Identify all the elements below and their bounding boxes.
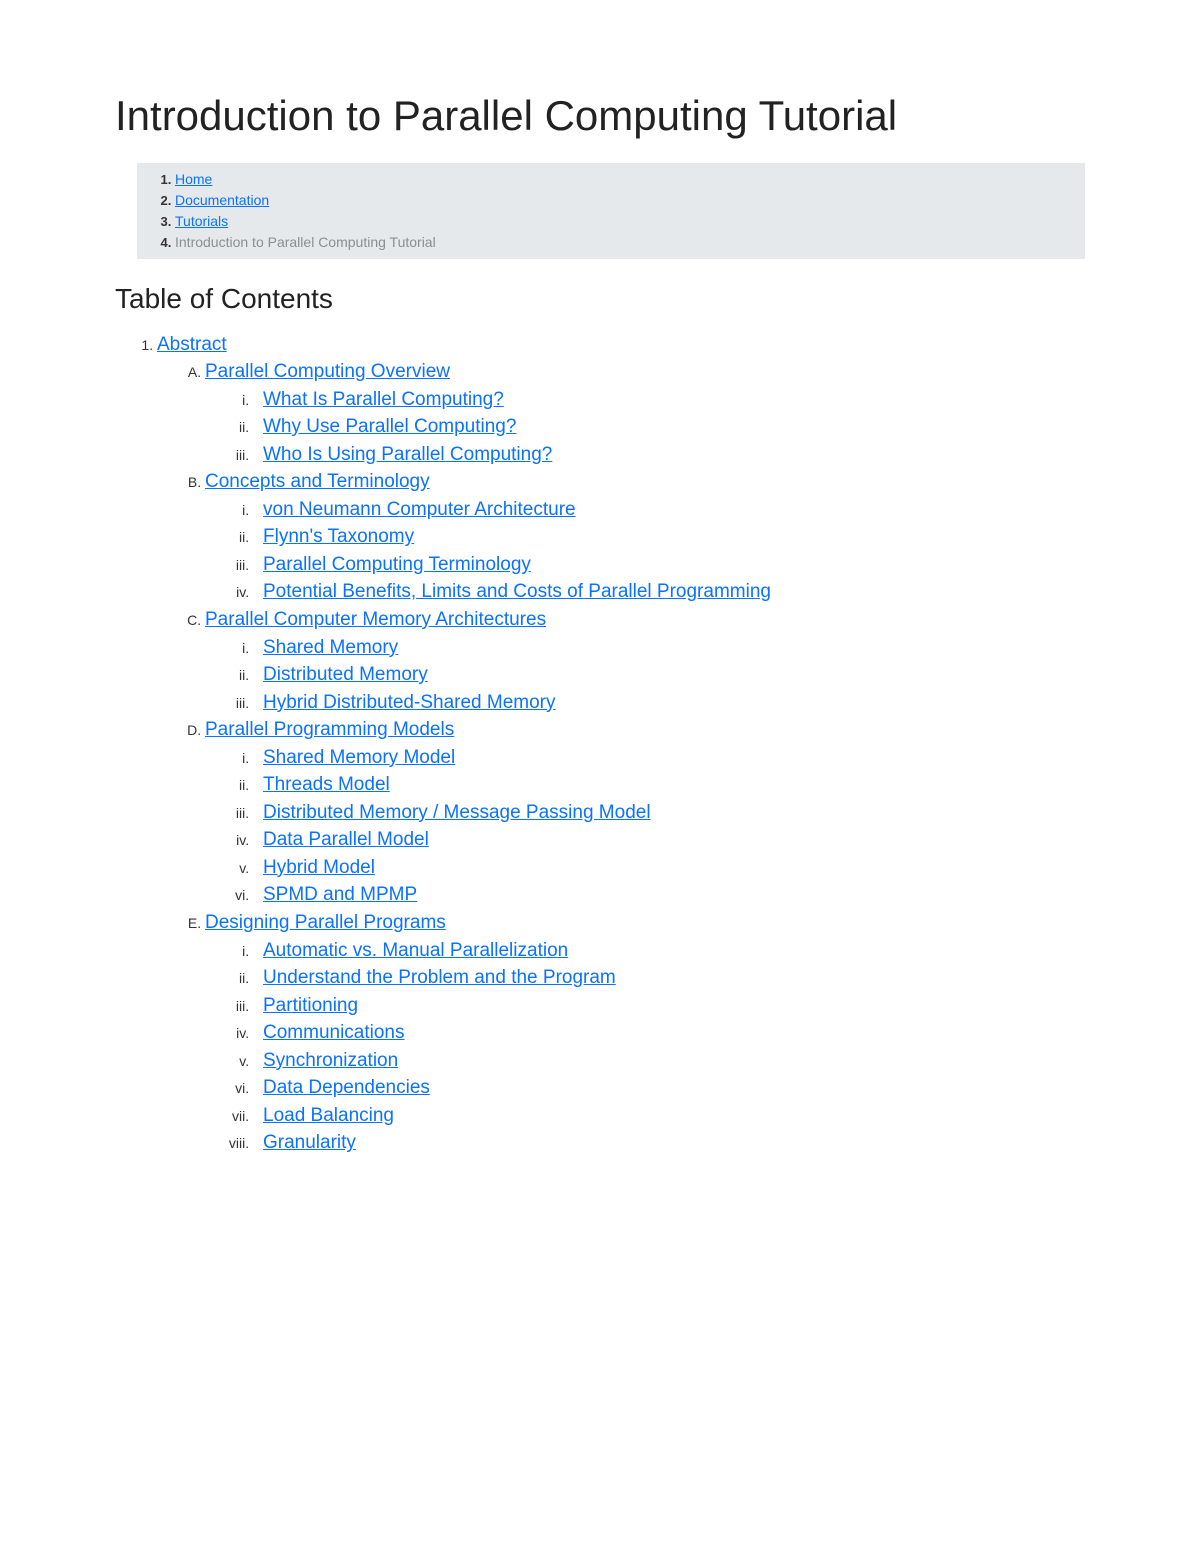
toc-item: Data Parallel Model (253, 826, 1085, 854)
toc-item: SPMD and MPMP (253, 881, 1085, 909)
toc-item-link[interactable]: Partitioning (253, 992, 358, 1020)
toc-subsection-list: Automatic vs. Manual ParallelizationUnde… (205, 937, 1085, 1157)
breadcrumb-link[interactable]: Tutorials (175, 213, 228, 229)
toc-subsection-list: Shared Memory ModelThreads ModelDistribu… (205, 744, 1085, 909)
breadcrumb-link[interactable]: Documentation (175, 192, 269, 208)
toc-item-link[interactable]: Flynn's Taxonomy (253, 523, 414, 551)
toc-subsection-list: What Is Parallel Computing?Why Use Paral… (205, 386, 1085, 469)
toc-item: Distributed Memory / Message Passing Mod… (253, 799, 1085, 827)
toc-item: Data Dependencies (253, 1074, 1085, 1102)
toc-item: Threads Model (253, 771, 1085, 799)
toc-item-link[interactable]: Understand the Problem and the Program (253, 964, 616, 992)
toc-section: Concepts and Terminology von Neumann Comp… (205, 468, 1085, 606)
toc-item: Who Is Using Parallel Computing? (253, 441, 1085, 469)
breadcrumb-item: Documentation (175, 190, 1075, 211)
toc-item: Parallel Computing Terminology (253, 551, 1085, 579)
toc-section: Parallel Programming Models Shared Memory… (205, 716, 1085, 909)
toc-section: Parallel Computer Memory Architectures Sh… (205, 606, 1085, 716)
toc-item: Hybrid Distributed-Shared Memory (253, 689, 1085, 717)
toc-item-link[interactable]: Shared Memory (253, 634, 398, 662)
toc-item-link[interactable]: Automatic vs. Manual Parallelization (253, 937, 568, 965)
toc-item: Synchronization (253, 1047, 1085, 1075)
toc-item-link[interactable]: Potential Benefits, Limits and Costs of … (253, 578, 771, 606)
toc-section: Parallel Computing Overview What Is Paral… (205, 358, 1085, 468)
toc-root-list: Abstract Parallel Computing Overview What… (115, 331, 1085, 1157)
breadcrumb-item: Introduction to Parallel Computing Tutor… (175, 232, 1075, 253)
toc-item-link[interactable]: Hybrid Distributed-Shared Memory (253, 689, 556, 717)
toc-section-link[interactable]: Parallel Computing Overview (205, 361, 450, 382)
toc-item: Load Balancing (253, 1102, 1085, 1130)
toc-section: Designing Parallel Programs Automatic vs.… (205, 909, 1085, 1157)
toc-item-link[interactable]: Load Balancing (253, 1102, 394, 1130)
toc-item-link[interactable]: Communications (253, 1019, 405, 1047)
toc-item: Potential Benefits, Limits and Costs of … (253, 578, 1085, 606)
toc-item: Hybrid Model (253, 854, 1085, 882)
toc-item: What Is Parallel Computing? (253, 386, 1085, 414)
toc-section-link[interactable]: Concepts and Terminology (205, 471, 430, 492)
toc-item-link[interactable]: Who Is Using Parallel Computing? (253, 441, 552, 469)
toc-item: Flynn's Taxonomy (253, 523, 1085, 551)
breadcrumb-link[interactable]: Home (175, 171, 212, 187)
toc-item: Understand the Problem and the Program (253, 964, 1085, 992)
toc-item: Distributed Memory (253, 661, 1085, 689)
breadcrumb-current: Introduction to Parallel Computing Tutor… (175, 234, 436, 250)
toc-item: Communications (253, 1019, 1085, 1047)
toc-section-link[interactable]: Designing Parallel Programs (205, 912, 446, 933)
toc-item-link[interactable]: Granularity (253, 1129, 356, 1157)
breadcrumb: Home Documentation Tutorials Introduction t… (137, 163, 1085, 259)
toc-item: Automatic vs. Manual Parallelization (253, 937, 1085, 965)
toc-item-link[interactable]: Data Parallel Model (253, 826, 429, 854)
toc-item-link[interactable]: Hybrid Model (253, 854, 375, 882)
toc-item: Shared Memory Model (253, 744, 1085, 772)
toc-item-link[interactable]: Shared Memory Model (253, 744, 455, 772)
toc-item-link[interactable]: Distributed Memory / Message Passing Mod… (253, 799, 651, 827)
toc-item-link[interactable]: Synchronization (253, 1047, 398, 1075)
toc-subsection-list: von Neumann Computer ArchitectureFlynn's… (205, 496, 1085, 606)
toc-item: von Neumann Computer Architecture (253, 496, 1085, 524)
toc-item: Shared Memory (253, 634, 1085, 662)
toc-heading: Table of Contents (115, 283, 1085, 315)
toc-root-item: Abstract Parallel Computing Overview What… (157, 331, 1085, 1157)
toc-section-link[interactable]: Parallel Programming Models (205, 719, 454, 740)
toc-item-link[interactable]: Threads Model (253, 771, 390, 799)
toc-item: Partitioning (253, 992, 1085, 1020)
breadcrumb-item: Tutorials (175, 211, 1075, 232)
toc-item-link[interactable]: Data Dependencies (253, 1074, 430, 1102)
page-title: Introduction to Parallel Computing Tutor… (115, 90, 1085, 143)
toc-item-link[interactable]: von Neumann Computer Architecture (253, 496, 576, 524)
toc-item-link[interactable]: SPMD and MPMP (253, 881, 417, 909)
toc-item: Granularity (253, 1129, 1085, 1157)
toc-section-link[interactable]: Parallel Computer Memory Architectures (205, 609, 546, 630)
toc-subsection-list: Shared MemoryDistributed MemoryHybrid Di… (205, 634, 1085, 717)
toc-link-abstract[interactable]: Abstract (157, 334, 227, 355)
breadcrumb-item: Home (175, 169, 1075, 190)
toc-item-link[interactable]: Distributed Memory (253, 661, 428, 689)
toc-item-link[interactable]: Parallel Computing Terminology (253, 551, 531, 579)
toc-item-link[interactable]: Why Use Parallel Computing? (253, 413, 516, 441)
toc-item: Why Use Parallel Computing? (253, 413, 1085, 441)
toc-item-link[interactable]: What Is Parallel Computing? (253, 386, 504, 414)
